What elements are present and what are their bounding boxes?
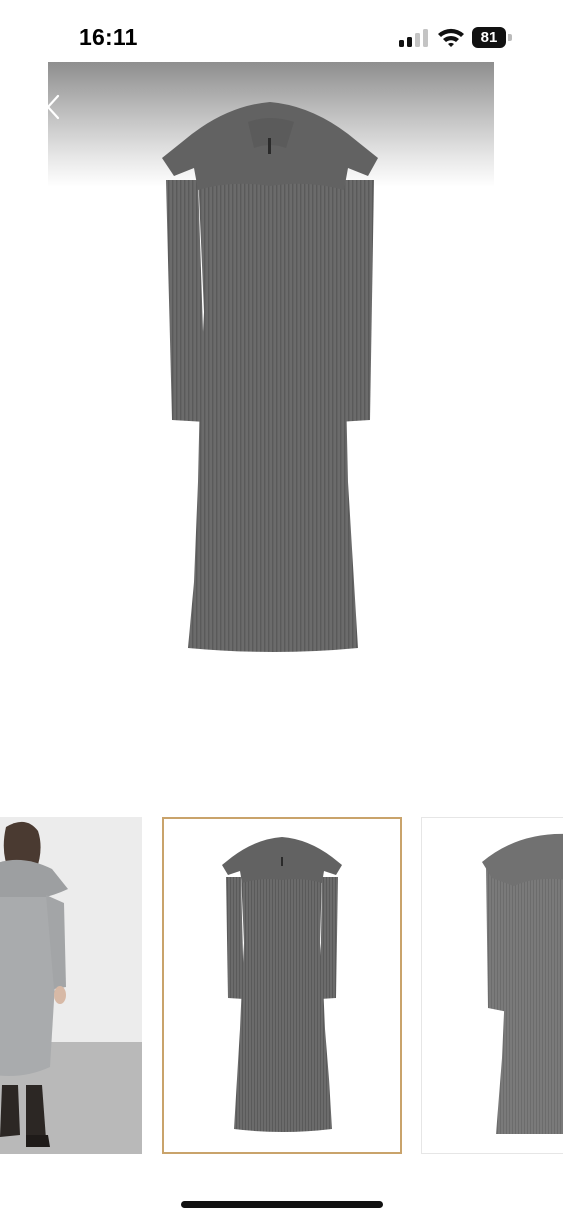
thumbnail-model-back[interactable] (0, 817, 142, 1154)
status-bar: 16:11 81 (0, 0, 563, 70)
home-indicator[interactable] (181, 1201, 383, 1208)
dress-side-illustration (482, 833, 563, 1134)
model-photo (0, 817, 142, 1154)
product-main-image[interactable] (48, 62, 494, 752)
battery-level: 81 (480, 29, 498, 46)
thumbnail-dress-front[interactable] (162, 817, 402, 1154)
wifi-icon (438, 28, 464, 47)
thumbnail-dress-side[interactable] (421, 817, 563, 1154)
dress-illustration (162, 102, 378, 652)
back-chevron-icon[interactable] (40, 90, 68, 124)
battery-icon: 81 (472, 27, 514, 48)
dress-thumbnail-illustration (222, 837, 342, 1132)
cellular-signal-icon (399, 29, 428, 47)
status-time: 16:11 (79, 24, 138, 50)
